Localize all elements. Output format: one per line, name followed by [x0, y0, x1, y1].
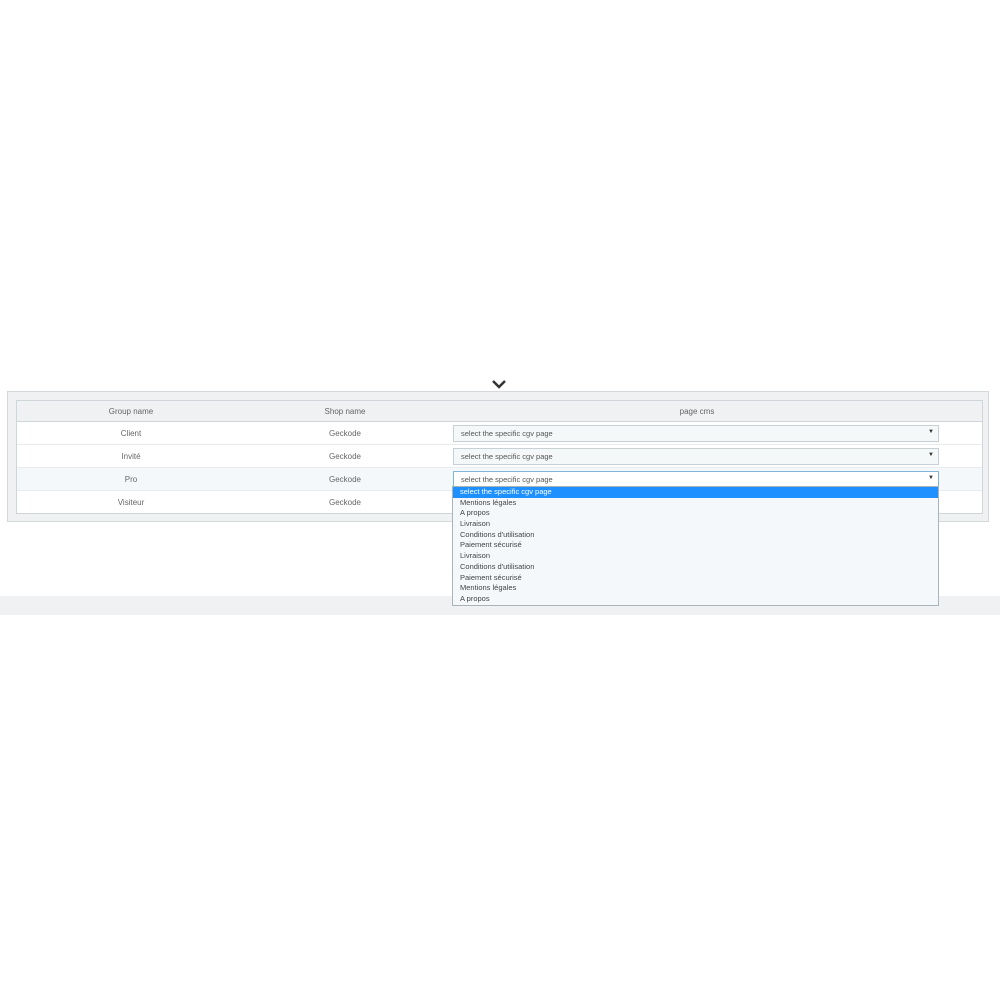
shop-name-cell: Geckode [328, 428, 362, 438]
caret-down-icon: ▼ [928, 429, 934, 435]
table-row: Invité Geckode select the specific cgv p… [17, 445, 982, 468]
shop-name-cell: Geckode [328, 474, 362, 484]
cgv-page-select[interactable]: select the specific cgv page ▼ [453, 425, 939, 442]
header-shop-name: Shop name [324, 406, 366, 416]
cgv-page-dropdown-list: select the specific cgv page Mentions lé… [452, 486, 939, 606]
dropdown-option[interactable]: Mentions légales [453, 498, 938, 509]
select-value: select the specific cgv page [461, 475, 553, 484]
table-row: Client Geckode select the specific cgv p… [17, 422, 982, 445]
dropdown-option[interactable]: Paiement sécurisé [453, 540, 938, 551]
caret-down-icon: ▼ [928, 452, 934, 458]
cgv-page-select[interactable]: select the specific cgv page ▼ [453, 448, 939, 465]
dropdown-option[interactable]: select the specific cgv page [453, 487, 938, 498]
dropdown-option[interactable]: Mentions légales [453, 583, 938, 594]
dropdown-option[interactable]: Conditions d'utilisation [453, 562, 938, 573]
dropdown-option[interactable]: A propos [453, 594, 938, 605]
select-value: select the specific cgv page [461, 429, 553, 438]
caret-down-icon: ▼ [928, 475, 934, 481]
shop-name-cell: Geckode [328, 451, 362, 461]
group-name-cell: Pro [124, 474, 138, 484]
shop-name-cell: Geckode [328, 497, 362, 507]
group-name-cell: Client [120, 428, 142, 438]
header-group-name: Group name [108, 406, 154, 416]
dropdown-option[interactable]: Livraison [453, 551, 938, 562]
dropdown-option[interactable]: Livraison [453, 519, 938, 530]
group-name-cell: Invité [121, 451, 141, 461]
group-name-cell: Visiteur [117, 497, 145, 507]
dropdown-option[interactable]: Paiement sécurisé [453, 573, 938, 584]
header-page-cms: page cms [679, 406, 715, 416]
dropdown-option[interactable]: A propos [453, 508, 938, 519]
chevron-down-icon[interactable] [491, 380, 507, 390]
select-value: select the specific cgv page [461, 452, 553, 461]
dropdown-option[interactable]: Conditions d'utilisation [453, 530, 938, 541]
table-header: Group name Shop name page cms [17, 401, 982, 422]
